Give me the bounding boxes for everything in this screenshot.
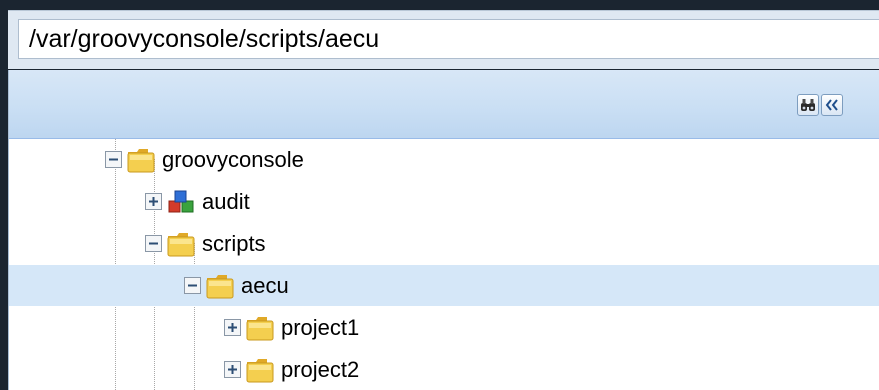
tree-row-scripts[interactable]: scripts — [9, 223, 879, 264]
folder-icon — [166, 230, 196, 258]
tree-row-project1[interactable]: project1 — [9, 307, 879, 348]
tree-node: scripts — [145, 223, 266, 264]
tree-node: project2 — [224, 349, 359, 390]
collapse-panel-button[interactable] — [821, 94, 843, 116]
tree-node: groovyconsole — [105, 139, 304, 180]
tree-node: aecu — [184, 265, 289, 306]
tree-view: groovyconsole audit scripts aecu project… — [9, 139, 879, 390]
tree-node-label: aecu — [241, 272, 289, 298]
folder-icon — [245, 356, 275, 384]
cubes-icon — [166, 188, 196, 216]
binoculars-icon — [801, 99, 815, 111]
path-panel: /var/groovyconsole/scripts/aecu — [8, 10, 879, 69]
double-chevron-left-icon — [825, 99, 838, 111]
collapse-icon[interactable] — [145, 235, 162, 252]
tree-row-aecu[interactable]: aecu — [9, 265, 879, 306]
path-input[interactable]: /var/groovyconsole/scripts/aecu — [18, 19, 879, 59]
folder-icon — [205, 272, 235, 300]
tree-node: audit — [145, 181, 250, 222]
folder-icon — [126, 146, 156, 174]
tree-node: project1 — [224, 307, 359, 348]
tree-node-label: project1 — [281, 314, 360, 340]
collapse-icon[interactable] — [105, 151, 122, 168]
window-frame: /var/groovyconsole/scripts/aecu groovyco… — [0, 0, 879, 390]
tree-node-label: project2 — [281, 356, 360, 382]
tree-row-project2[interactable]: project2 — [9, 349, 879, 390]
tree-node-label: scripts — [202, 230, 266, 256]
tree-node-label: groovyconsole — [162, 146, 304, 172]
expand-icon[interactable] — [145, 193, 162, 210]
expand-icon[interactable] — [224, 319, 241, 336]
collapse-icon[interactable] — [184, 277, 201, 294]
tree-toolbar — [9, 70, 879, 139]
tree-row-audit[interactable]: audit — [9, 181, 879, 222]
folder-icon — [245, 314, 275, 342]
tree-row-groovyconsole[interactable]: groovyconsole — [9, 139, 879, 180]
expand-icon[interactable] — [224, 361, 241, 378]
tree-node-label: audit — [202, 188, 250, 214]
find-button[interactable] — [797, 94, 819, 116]
tree-panel: groovyconsole audit scripts aecu project… — [8, 70, 879, 390]
